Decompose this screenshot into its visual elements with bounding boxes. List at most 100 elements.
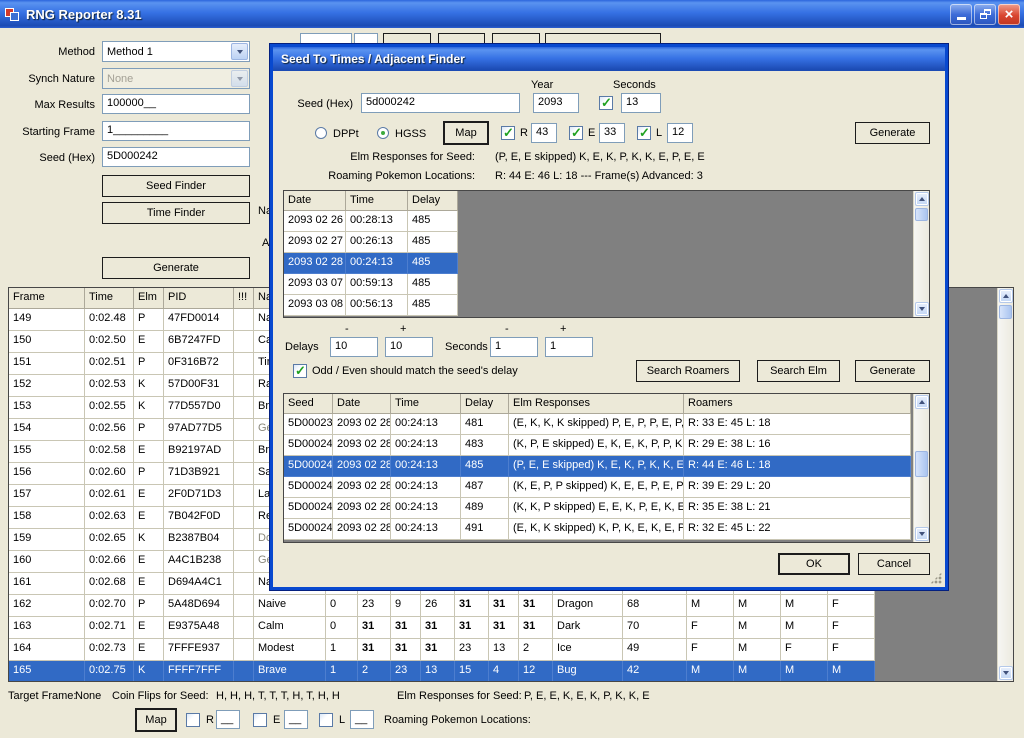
footer-l-input[interactable]: __ [350,710,374,729]
column-header[interactable]: Time [85,288,134,309]
column-header[interactable]: Time [346,191,408,211]
cell: 0:02.66 [85,551,134,573]
table-row[interactable]: 2093 03 0700:59:13485 [284,274,913,295]
cell: M [781,661,828,681]
scroll-thumb[interactable] [999,305,1012,319]
cell: FFFF7FFF [164,661,234,681]
footer-e-checkbox[interactable]: ✓ [253,713,267,727]
chevron-down-icon[interactable] [231,43,248,60]
table-row[interactable]: 2093 02 2700:26:13485 [284,232,913,253]
max-results-input[interactable]: 100000__ [102,94,250,114]
table-row[interactable]: 1650:02.75KFFFF7FFFBrave12231315412Bug42… [9,661,997,681]
seconds-range-label: Seconds [445,341,488,353]
table-row[interactable]: 1620:02.70P5A48D694Naive023926313131Drag… [9,595,997,617]
footer-r-checkbox[interactable]: ✓ [186,713,200,727]
dialog-r-checkbox[interactable]: ✓ [501,126,515,140]
cancel-button[interactable]: Cancel [858,553,930,575]
column-header[interactable]: Seed [284,394,333,414]
adjacents-table-scrollbar[interactable] [913,394,929,542]
minimize-button[interactable] [950,4,972,25]
footer-r-input[interactable]: __ [216,710,240,729]
starting-frame-label: Starting Frame [5,126,95,138]
delay-minus-input[interactable]: 10 [330,337,378,357]
year-input[interactable]: 2093 [533,93,579,113]
seed-finder-button[interactable]: Seed Finder [102,175,250,197]
time-finder-button[interactable]: Time Finder [102,202,250,224]
dialog-map-button[interactable]: Map [443,121,489,145]
scroll-down-icon[interactable] [999,666,1013,680]
dppt-radio[interactable] [315,127,327,139]
column-header[interactable]: Roamers [684,394,911,414]
restore-button[interactable] [974,4,996,25]
cell: 00:26:13 [346,232,408,253]
table-row[interactable]: 2093 02 2600:28:13485 [284,211,913,232]
column-header[interactable]: !!! [234,288,254,309]
column-header[interactable]: Delay [461,394,509,414]
dialog-r-input[interactable]: 43 [531,123,557,143]
scroll-up-icon[interactable] [915,192,929,206]
second-plus-input[interactable]: 1 [545,337,593,357]
resize-grip-icon[interactable] [930,572,942,584]
footer-map-button[interactable]: Map [135,708,177,732]
dialog-generate-button[interactable]: Generate [855,122,930,144]
delay-plus-input[interactable]: 10 [385,337,433,357]
close-button[interactable]: × [998,4,1020,25]
cell: F [828,639,875,661]
frames-table-scrollbar[interactable] [997,288,1013,681]
footer-elm-value: P, E, E, K, E, K, P, K, K, E [524,690,650,702]
search-elm-button[interactable]: Search Elm [757,360,840,382]
seed-hex-input[interactable]: 5D000242 [102,147,250,167]
cell: 13 [489,639,519,661]
ok-button[interactable]: OK [778,553,850,575]
table-row[interactable]: 5D0002442093 02 2800:24:13487(K, E, P, P… [284,477,913,498]
cell: 156 [9,463,85,485]
dialog-e-checkbox[interactable]: ✓ [569,126,583,140]
table-row[interactable]: 5D0002482093 02 2800:24:13491(E, K, K sk… [284,519,913,540]
table-row[interactable]: 5D0002462093 02 2800:24:13489(K, K, P sk… [284,498,913,519]
table-row[interactable]: 5D0002422093 02 2800:24:13485(P, E, E sk… [284,456,913,477]
scroll-thumb[interactable] [915,451,928,477]
cell: 0:02.61 [85,485,134,507]
column-header[interactable]: Frame [9,288,85,309]
cell: 164 [9,639,85,661]
footer-l-checkbox[interactable]: ✓ [319,713,333,727]
dialog-e-input[interactable]: 33 [599,123,625,143]
generate-button[interactable]: Generate [102,257,250,279]
starting-frame-input[interactable]: 1_________ [102,121,250,141]
search-roamers-button[interactable]: Search Roamers [636,360,740,382]
hgss-radio[interactable] [377,127,389,139]
footer-e-input[interactable]: __ [284,710,308,729]
footer-e-label: E [273,714,280,726]
dialog-l-input[interactable]: 12 [667,123,693,143]
method-dropdown[interactable]: Method 1 [102,41,250,62]
cell [234,463,254,485]
column-header[interactable]: Time [391,394,461,414]
table-row[interactable]: 1630:02.71EE9375A48Calm0313131313131Dark… [9,617,997,639]
second-minus-label: - [505,323,509,335]
column-header[interactable]: Elm Responses [509,394,684,414]
table-row[interactable]: 2093 02 2800:24:13485 [284,253,913,274]
scroll-up-icon[interactable] [915,395,929,409]
table-row[interactable]: 5D00023E2093 02 2800:24:13481(E, K, K, K… [284,414,913,435]
column-header[interactable]: Delay [408,191,458,211]
cell: Bug [553,661,623,681]
column-header[interactable]: PID [164,288,234,309]
scroll-down-icon[interactable] [915,302,929,316]
scroll-down-icon[interactable] [915,527,929,541]
dialog-generate2-button[interactable]: Generate [855,360,930,382]
scroll-thumb[interactable] [915,208,928,221]
column-header[interactable]: Elm [134,288,164,309]
table-row[interactable]: 2093 03 0800:56:13485 [284,295,913,316]
column-header[interactable]: Date [333,394,391,414]
times-table-scrollbar[interactable] [913,191,929,317]
dialog-seed-input[interactable]: 5d000242 [361,93,520,113]
second-minus-input[interactable]: 1 [490,337,538,357]
table-row[interactable]: 1640:02.73E7FFFE937Modest131313123132Ice… [9,639,997,661]
seconds-input[interactable]: 13 [621,93,661,113]
scroll-up-icon[interactable] [999,289,1013,303]
table-row[interactable]: 5D0002402093 02 2800:24:13483(K, P, E sk… [284,435,913,456]
seconds-checkbox[interactable]: ✓ [599,96,613,110]
dialog-l-checkbox[interactable]: ✓ [637,126,651,140]
column-header[interactable]: Date [284,191,346,211]
odd-even-checkbox[interactable]: ✓ [293,364,307,378]
